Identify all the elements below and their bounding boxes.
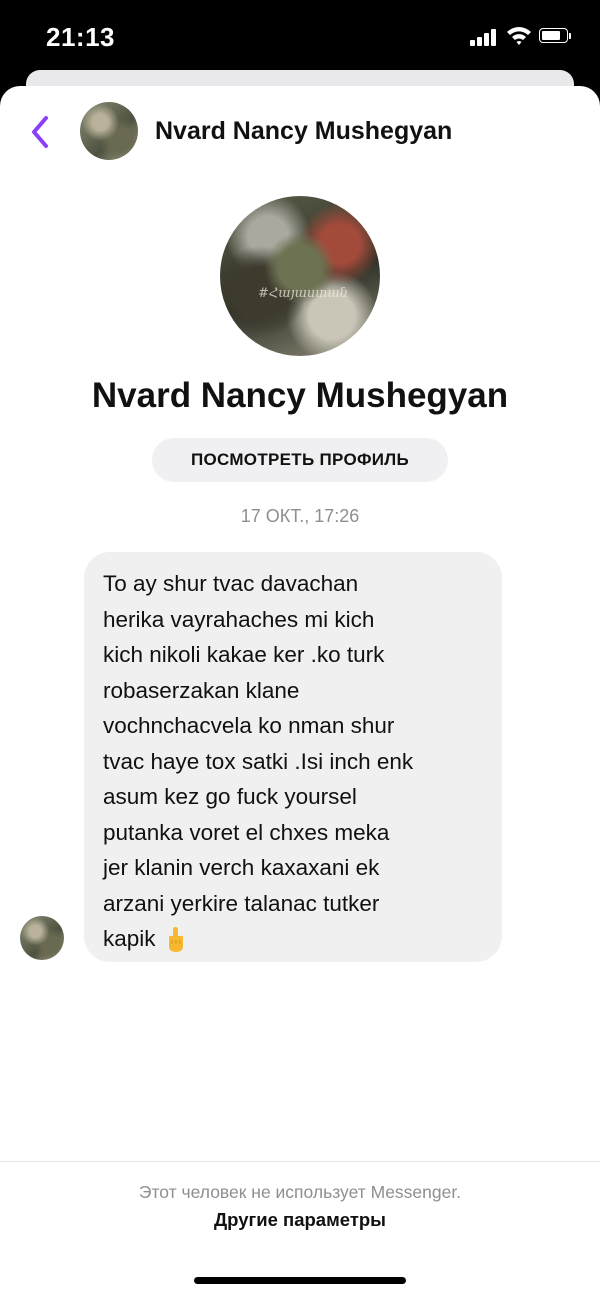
footer-divider <box>0 1161 600 1162</box>
status-bar: 21:13 <box>0 0 600 80</box>
conversation-header: Nvard Nancy Mushegyan <box>0 86 600 186</box>
home-indicator[interactable] <box>194 1277 406 1284</box>
more-options-link[interactable]: Другие параметры <box>0 1209 600 1231</box>
message-timestamp: 17 ОКТ., 17:26 <box>240 506 360 526</box>
message-line: herika vayrahaches mi kich <box>103 606 375 632</box>
profile-avatar[interactable]: #Հայաստան <box>220 196 380 356</box>
avatar-watermark: #Հայաստան <box>258 286 348 301</box>
message-line: jer klanin verch kaxaxani ek <box>103 855 380 880</box>
messenger-status-note: Этот человек не использует Messenger. <box>138 1182 462 1202</box>
middle-finger-emoji-icon <box>168 927 183 953</box>
message-bubble[interactable]: To ay shur tvac davachan herika vayrahac… <box>84 552 502 962</box>
view-profile-button[interactable]: ПОСМОТРЕТЬ ПРОФИЛЬ <box>152 438 448 482</box>
signal-icon <box>470 28 498 46</box>
status-time: 21:13 <box>46 22 115 52</box>
message-line: tvac haye tox satki .Isi inch enk <box>103 748 414 774</box>
message-line: putanka voret el chxes meka <box>103 819 390 845</box>
message-line: kich nikoli kakae ker .ko turk <box>103 642 385 667</box>
message-line: vochnchacvela ko nman shur <box>103 713 395 738</box>
back-chevron-icon[interactable] <box>22 112 58 152</box>
message-line: To ay shur tvac davachan <box>103 571 359 596</box>
conversation-sheet: Nvard Nancy Mushegyan #Հայաստան Nvard Na… <box>0 86 600 1299</box>
header-avatar[interactable] <box>80 102 138 160</box>
message-line: robaserzakan klane <box>103 677 300 703</box>
wifi-icon <box>507 27 531 45</box>
message-line: asum kez go fuck yoursel <box>103 784 357 809</box>
battery-icon <box>539 28 573 45</box>
header-contact-name[interactable]: Nvard Nancy Mushegyan <box>155 117 452 146</box>
profile-name: Nvard Nancy Mushegyan <box>91 376 509 415</box>
message-line: arzani yerkire talanac tutker <box>103 890 380 916</box>
message-sender-avatar[interactable] <box>20 916 64 960</box>
message-line-last: kapik <box>103 921 488 957</box>
message-line-text: kapik <box>103 926 156 951</box>
